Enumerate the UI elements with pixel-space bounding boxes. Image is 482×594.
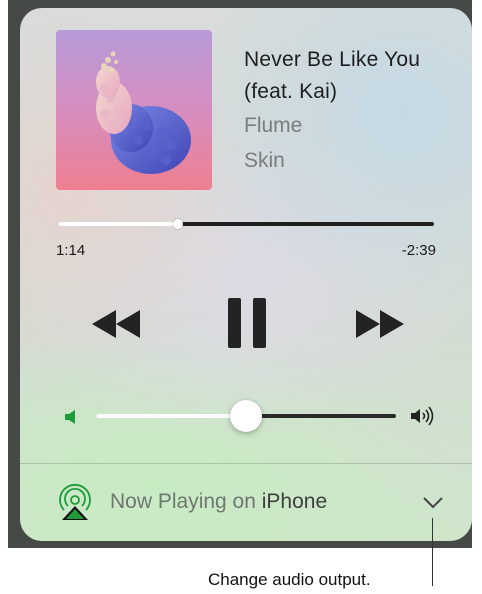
audio-output-expand-button[interactable] bbox=[422, 496, 444, 515]
speaker-low-icon bbox=[64, 410, 78, 429]
output-prefix: Now Playing on bbox=[110, 490, 262, 513]
audio-output-label[interactable]: Now Playing on iPhone bbox=[110, 490, 327, 514]
elapsed-time: 1:14 bbox=[56, 242, 86, 259]
fast-forward-button[interactable] bbox=[354, 308, 406, 340]
playback-scrubber[interactable] bbox=[58, 219, 434, 229]
airplay-icon[interactable] bbox=[56, 482, 94, 527]
track-title: Never Be Like You (feat. Kai) bbox=[244, 48, 421, 103]
artist-name[interactable]: Flume bbox=[244, 110, 464, 142]
pause-icon bbox=[228, 298, 266, 348]
remaining-time: -2:39 bbox=[401, 242, 436, 259]
callout-line bbox=[432, 518, 433, 586]
pause-button[interactable] bbox=[228, 298, 266, 348]
playback-scrubber-knob[interactable] bbox=[173, 219, 184, 229]
rewind-button[interactable] bbox=[90, 308, 142, 340]
playback-progress-fill bbox=[58, 222, 179, 226]
volume-slider[interactable] bbox=[96, 400, 396, 432]
album-name[interactable]: Skin bbox=[244, 145, 464, 177]
output-device: iPhone bbox=[261, 490, 328, 513]
speaker-high-icon bbox=[410, 406, 440, 431]
album-artwork-image bbox=[56, 30, 212, 190]
album-artwork[interactable] bbox=[56, 30, 212, 190]
section-divider bbox=[20, 463, 472, 464]
callout-label: Change audio output. bbox=[208, 570, 371, 589]
chevron-down-icon bbox=[423, 497, 443, 509]
track-info: Never Be Like You (feat. Kai) Flume Skin bbox=[244, 44, 464, 177]
now-playing-card: Never Be Like You (feat. Kai) Flume Skin… bbox=[20, 8, 472, 541]
volume-fill bbox=[96, 414, 246, 418]
volume-knob[interactable] bbox=[230, 400, 262, 432]
fast-forward-icon bbox=[356, 310, 404, 338]
rewind-icon bbox=[92, 310, 140, 338]
